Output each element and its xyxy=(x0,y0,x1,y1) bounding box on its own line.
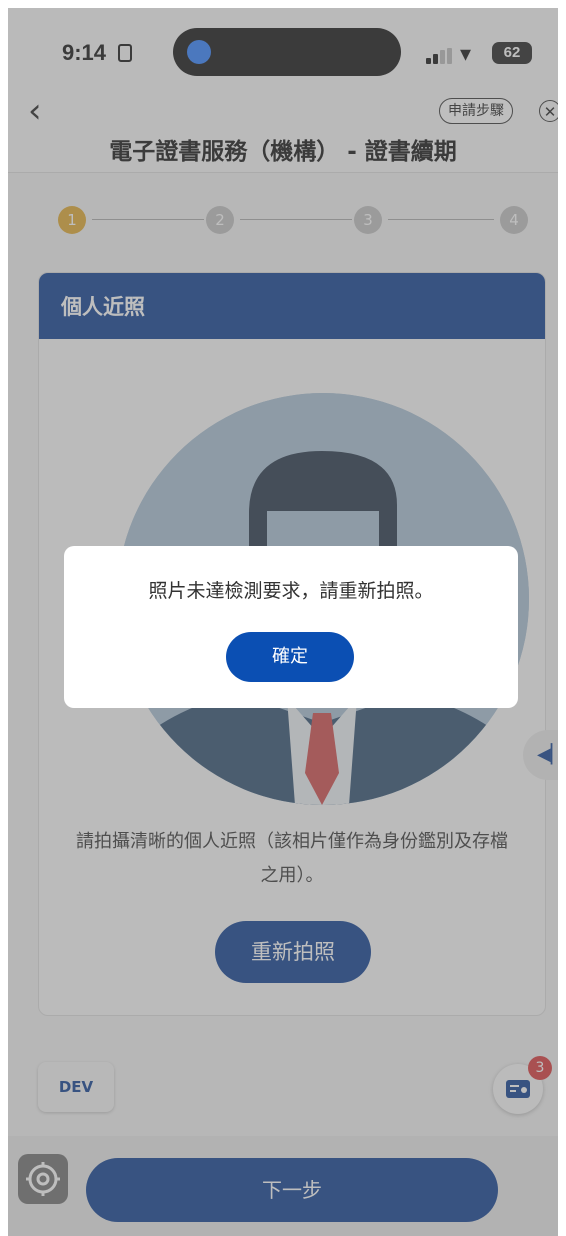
app-screen: 9:14 ▾ 62 ‹ 申請步驟 ✕ 電子證書服務（機構） - 證書續期 1 2… xyxy=(8,8,558,1236)
alert-dialog: 照片未達檢測要求，請重新拍照。 確定 xyxy=(64,546,518,708)
confirm-button[interactable]: 確定 xyxy=(226,632,354,682)
dialog-message: 照片未達檢測要求，請重新拍照。 xyxy=(148,580,434,602)
